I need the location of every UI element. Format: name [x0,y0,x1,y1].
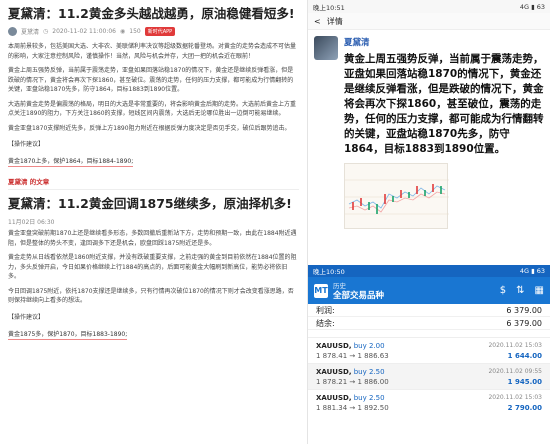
trade-row[interactable]: XAUUSD, buy 2.50 2020.11.02 15:03 1 881.… [308,389,550,415]
article-datetime: 11月02日 06:30 [8,218,55,226]
avatar[interactable] [314,36,338,60]
trade-row[interactable]: XAUUSD, buy 2.00 2020.11.02 15:03 1 878.… [308,337,550,363]
operation-label: 【操作建议】 [8,313,45,321]
status-time: 晚上10:51 [313,3,345,12]
article-title[interactable]: 夏黛清：11.2黄金多头越战越勇，原油稳健看短多! [8,6,299,21]
status-time: 晚上10:50 [313,268,345,276]
trade-profit: 1 644.00 [507,352,542,360]
article-2: 夏黛清：11.2黄金回调1875继续多，原油择机多! 11月02日 06:30 … [0,190,307,340]
post: 夏黛清 黄金上周五强势反弹，当前属于震荡走势，亚盘如果回落站稳1870的情况下，… [308,30,550,229]
trade-symbol: XAUUSD, [316,394,352,402]
article-paragraph: 本周前景较多，包括美国大选、大非农、美联储利率决议等超级数据轮番登场。对黄金的走… [8,43,297,60]
clock-icon: ◷ [43,27,49,35]
article-paragraph: 大选前黄金走势是偏震荡的格局，明日的大选是非常重要的，将会影响黄金后期的走势。大… [8,100,297,118]
eye-icon: ◉ [120,27,126,35]
status-bar: 晚上10:51 4G ▮ 63 [308,0,550,13]
candlestick-thumbnail [345,179,449,215]
author-articles-tag[interactable]: 夏黛清 的文章 [8,176,299,186]
status-bar: 晚上10:50 4G ▮ 63 [308,265,550,277]
header-subtitle: 历史 [333,281,346,290]
post-chart-image[interactable] [344,163,449,229]
symbol-filter[interactable]: 全部交易品种 [333,291,384,301]
sort-icon[interactable]: ⇅ [516,285,524,296]
profit-row: 利润: 6 379.00 [308,304,550,317]
trade-side: buy 2.50 [353,368,385,376]
mt-logo-icon[interactable]: MT [314,283,328,298]
trade-date: 2020.11.02 09:55 [488,368,542,375]
profit-value: 6 379.00 [506,305,542,315]
calendar-icon[interactable]: ▦ [535,285,544,296]
article-title[interactable]: 夏黛清：11.2黄金回调1875继续多，原油择机多! [8,196,299,211]
back-icon[interactable]: < [314,17,321,26]
page-title: 详情 [326,16,343,26]
header-titles: 历史 全部交易品种 [333,281,384,301]
app-header: MT 历史 全部交易品种 $ ⇅ ▦ [308,277,550,304]
trade-symbol: XAUUSD, [316,368,352,376]
author-name[interactable]: 夏黛清 [21,27,39,36]
trade-symbol: XAUUSD, [316,342,352,350]
operation-label: 【操作建议】 [8,141,45,148]
balance-row: 结余: 6 379.00 [308,317,550,330]
trade-profit: 2 790.00 [507,404,542,412]
operation-text: 黄金1875多，保护1870，目标1883-1890; [8,330,128,340]
post-detail-screen: 晚上10:51 4G ▮ 63 < 详情 夏黛清 黄金上周五强势反弹，当前属于震… [308,0,550,265]
trade-row[interactable]: XAUUSD, buy 2.50 2020.11.02 09:55 1 878.… [308,363,550,389]
article-paragraph: 黄金上周五强势反弹，当前属于震荡走势，亚盘如果回落站稳1870的情况下，黄金还是… [8,67,294,93]
post-text: 黄金上周五强势反弹，当前属于震荡走势，亚盘如果回落站稳1870的情况下，黄金还是… [344,53,544,155]
profit-label: 利润: [316,305,335,315]
balance-value: 6 379.00 [506,318,542,328]
operation-text: 黄金1870上多，保护1864，目标1884-1890; [8,158,134,167]
article-panel: 夏黛清：11.2黄金多头越战越勇，原油稳健看短多! 夏黛清 ◷ 2020-11-… [0,0,308,444]
balance-label: 结余: [316,318,335,328]
trade-side: buy 2.00 [353,342,385,350]
post-author[interactable]: 夏黛清 [344,36,544,48]
status-indicators: 4G ▮ 63 [519,2,545,11]
article-paragraph: 黄金走势从日线看依然是1860附近支撑，并没有跌破重要支撑，之前走强的黄金到目前… [8,254,297,280]
screenshot-collage: 夏黛清：11.2黄金多头越战越勇，原油稳健看短多! 夏黛清 ◷ 2020-11-… [0,0,550,444]
view-count: 150 [129,27,141,35]
currency-icon[interactable]: $ [500,285,506,296]
article-datetime: 2020-11-02 11:00:06 [52,27,116,35]
trade-date: 2020.11.02 15:03 [488,342,542,349]
article-meta: 夏黛清 ◷ 2020-11-02 11:00:06 ◉ 150 新时代APP [8,25,299,37]
article-meta: 11月02日 06:30 [8,215,299,227]
article-paragraph: 今日回调1875附近，依托1870支撑还是继续多，只有行情再次破位1870的情况… [8,287,294,305]
trade-profit: 1 945.00 [507,378,542,386]
app-badge[interactable]: 新时代APP [144,26,176,36]
trade-date: 2020.11.02 15:03 [488,394,542,401]
article-paragraph: 黄金亚盘突破前期1870上还是继续看多形态，多数回撤后重新站下方，走势和预期一致… [8,230,297,247]
article-1: 夏黛清：11.2黄金多头越战越勇，原油稳健看短多! 夏黛清 ◷ 2020-11-… [0,0,307,190]
post-body: 夏黛清 黄金上周五强势反弹，当前属于震荡走势，亚盘如果回落站稳1870的情况下，… [344,36,544,229]
trade-prices: 1 878.41 → 1 886.63 [316,352,389,360]
nav-bar: < 详情 [308,13,550,30]
trading-history-screen: 晚上10:50 4G ▮ 63 MT 历史 全部交易品种 $ ⇅ ▦ 利润: 6… [308,265,550,444]
trade-prices: 1 881.34 → 1 892.50 [316,404,389,412]
status-indicators: 4G ▮ 63 [519,267,545,275]
trade-side: buy 2.50 [353,394,385,402]
trade-prices: 1 878.21 → 1 886.00 [316,378,389,386]
article-paragraph: 黄金亚盘1870支撑附近先多，反弹上方1890阻力附近在根据反弹力度决定是否见手… [8,124,291,132]
header-actions: $ ⇅ ▦ [500,285,544,296]
author-avatar [8,26,17,36]
